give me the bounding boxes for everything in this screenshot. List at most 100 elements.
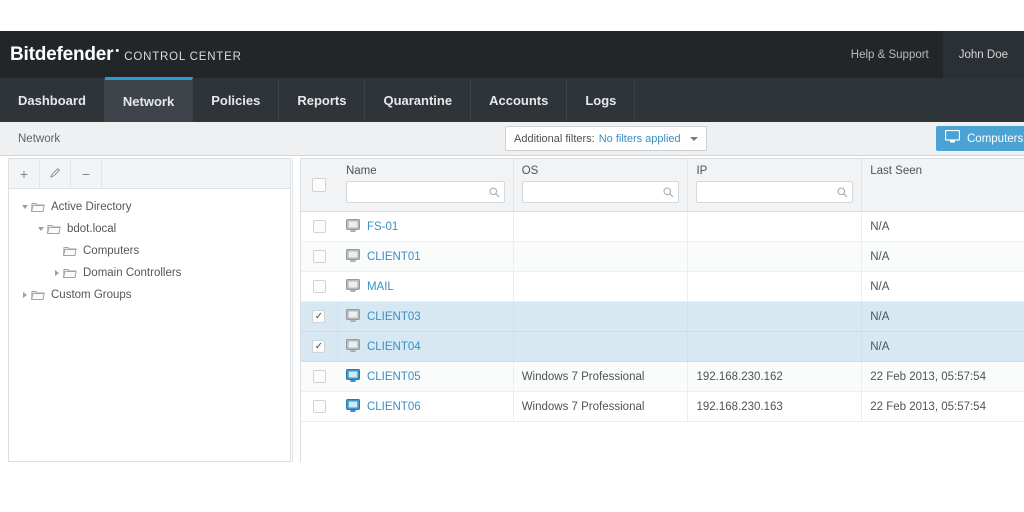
endpoint-name-link[interactable]: CLIENT04 — [367, 341, 421, 353]
add-group-button[interactable]: + — [9, 159, 40, 188]
folder-icon — [63, 245, 77, 257]
add-icon: + — [19, 165, 29, 182]
search-input-os[interactable] — [522, 182, 679, 202]
table-row[interactable]: CLIENT01 N/A — [301, 242, 1024, 272]
remove-group-button[interactable]: − — [71, 159, 102, 188]
nav-item-reports[interactable]: Reports — [279, 78, 366, 122]
nav-item-label: Network — [122, 93, 175, 109]
column-header-label: OS — [521, 165, 539, 177]
row-checkbox[interactable] — [312, 370, 326, 383]
folder-icon — [31, 201, 45, 213]
cell-last-seen-value: 22 Feb 2013, 05:57:54 — [870, 400, 986, 413]
column-header-os[interactable]: OS — [514, 159, 689, 211]
row-select-cell: ✓ — [301, 332, 338, 361]
tree-node-computers[interactable]: Computers — [9, 240, 290, 262]
row-checkbox[interactable] — [312, 250, 326, 263]
nav-item-accounts[interactable]: Accounts — [471, 78, 568, 122]
check-icon: ✓ — [314, 340, 324, 352]
tree-node-custom-groups[interactable]: Custom Groups — [9, 284, 290, 306]
cell-last-seen: 22 Feb 2013, 05:57:54 — [862, 362, 1024, 391]
search-input-ip[interactable] — [697, 182, 853, 202]
chevron-right-icon[interactable] — [51, 270, 63, 276]
cell-os: Windows 7 Professional — [514, 392, 689, 421]
nav-item-network[interactable]: Network — [104, 77, 194, 122]
help-support-link[interactable]: Help & Support — [837, 49, 943, 61]
tree-node-active-directory[interactable]: Active Directory — [9, 196, 290, 218]
cell-os — [514, 302, 689, 331]
endpoint-name-link[interactable]: CLIENT06 — [367, 401, 421, 413]
computers-view-button[interactable]: Computers — [936, 126, 1024, 151]
nav-item-quarantine[interactable]: Quarantine — [365, 78, 472, 122]
nav-item-dashboard[interactable]: Dashboard — [0, 78, 105, 122]
user-menu-button[interactable]: John Doe — [942, 31, 1024, 78]
brand-logo[interactable]: Bitdefender • CONTROL CENTER — [10, 44, 242, 66]
row-checkbox[interactable]: ✓ — [312, 340, 326, 353]
row-select-cell — [301, 362, 338, 391]
cell-ip — [688, 332, 863, 361]
chevron-right-icon[interactable] — [19, 292, 31, 298]
folder-icon — [31, 289, 45, 301]
cell-os — [514, 332, 689, 361]
nav-item-policies[interactable]: Policies — [193, 78, 280, 122]
row-checkbox[interactable] — [312, 280, 326, 293]
cell-os — [514, 212, 689, 241]
nav-item-label: Reports — [297, 92, 347, 108]
edit-group-button[interactable] — [40, 159, 71, 188]
endpoint-name-link[interactable]: CLIENT03 — [367, 311, 421, 323]
search-input-name[interactable] — [346, 182, 504, 202]
row-checkbox[interactable] — [312, 220, 326, 233]
column-filter-os — [521, 181, 680, 203]
row-checkbox[interactable] — [312, 400, 326, 413]
nav-item-label: Logs — [585, 92, 617, 108]
sub-toolbar: Network Additional filters: No filters a… — [0, 122, 1024, 156]
cell-last-seen: N/A — [862, 302, 1024, 331]
window-top-strip — [0, 0, 1024, 31]
monitor-icon — [944, 129, 961, 148]
brand-header: Bitdefender • CONTROL CENTER Help & Supp… — [0, 31, 1024, 78]
endpoint-name-link[interactable]: FS-01 — [367, 221, 398, 233]
endpoint-name-link[interactable]: CLIENT05 — [367, 371, 421, 383]
cell-ip-value: 192.168.230.162 — [696, 370, 783, 383]
nav-item-logs[interactable]: Logs — [567, 78, 636, 122]
tree-node-label: Custom Groups — [51, 289, 132, 301]
cell-name: CLIENT03 — [338, 302, 514, 331]
tree-node-label: Computers — [83, 245, 140, 257]
column-header-ip[interactable]: IP — [688, 159, 863, 211]
brand-name: Bitdefender — [10, 43, 114, 65]
column-header-last_seen[interactable]: Last Seen — [862, 159, 1024, 211]
table-row[interactable]: CLIENT06 Windows 7 Professional 192.168.23… — [301, 392, 1024, 422]
tree-node-bdot-local[interactable]: bdot.local — [9, 218, 290, 240]
tree-node-label: Domain Controllers — [83, 267, 182, 279]
cell-name: FS-01 — [338, 212, 514, 241]
cell-name: CLIENT01 — [338, 242, 514, 271]
cell-ip — [688, 272, 863, 301]
table-row[interactable]: ✓ CLIENT03 N/A — [301, 302, 1024, 332]
table-row[interactable]: CLIENT05 Windows 7 Professional 192.168.23… — [301, 362, 1024, 392]
tree-node-domain-controllers[interactable]: Domain Controllers — [9, 262, 290, 284]
select-all-checkbox[interactable] — [312, 178, 327, 192]
row-select-cell — [301, 392, 338, 421]
chevron-down-icon — [689, 136, 698, 141]
cell-last-seen: N/A — [862, 212, 1024, 241]
endpoint-name-link[interactable]: CLIENT01 — [367, 251, 421, 263]
monitor-gray-icon — [345, 248, 360, 265]
chevron-down-icon[interactable] — [35, 227, 47, 231]
additional-filters-dropdown[interactable]: Additional filters: No filters applied — [505, 126, 707, 151]
column-header-name[interactable]: Name — [338, 159, 514, 211]
table-row[interactable]: ✓ CLIENT04 N/A — [301, 332, 1024, 362]
toolbar-filler — [102, 159, 290, 188]
chevron-down-icon[interactable] — [19, 205, 31, 209]
folder-icon — [47, 223, 61, 235]
cell-last-seen-value: N/A — [870, 280, 890, 293]
cell-last-seen-value: N/A — [870, 340, 890, 353]
row-checkbox[interactable]: ✓ — [312, 310, 326, 323]
table-body: FS-01 N/A CLIENT01 N/A MAIL N/A ✓ CLIENT03 N/A ✓ C… — [301, 212, 1024, 422]
row-select-cell — [301, 272, 338, 301]
endpoint-name-link[interactable]: MAIL — [367, 281, 394, 293]
computers-view-label: Computers — [967, 132, 1024, 145]
cell-os-value: Windows 7 Professional — [521, 370, 645, 383]
table-row[interactable]: MAIL N/A — [301, 272, 1024, 302]
table-row[interactable]: FS-01 N/A — [301, 212, 1024, 242]
cell-last-seen: 22 Feb 2013, 05:57:54 — [862, 392, 1024, 421]
cell-last-seen-value: N/A — [870, 220, 890, 233]
